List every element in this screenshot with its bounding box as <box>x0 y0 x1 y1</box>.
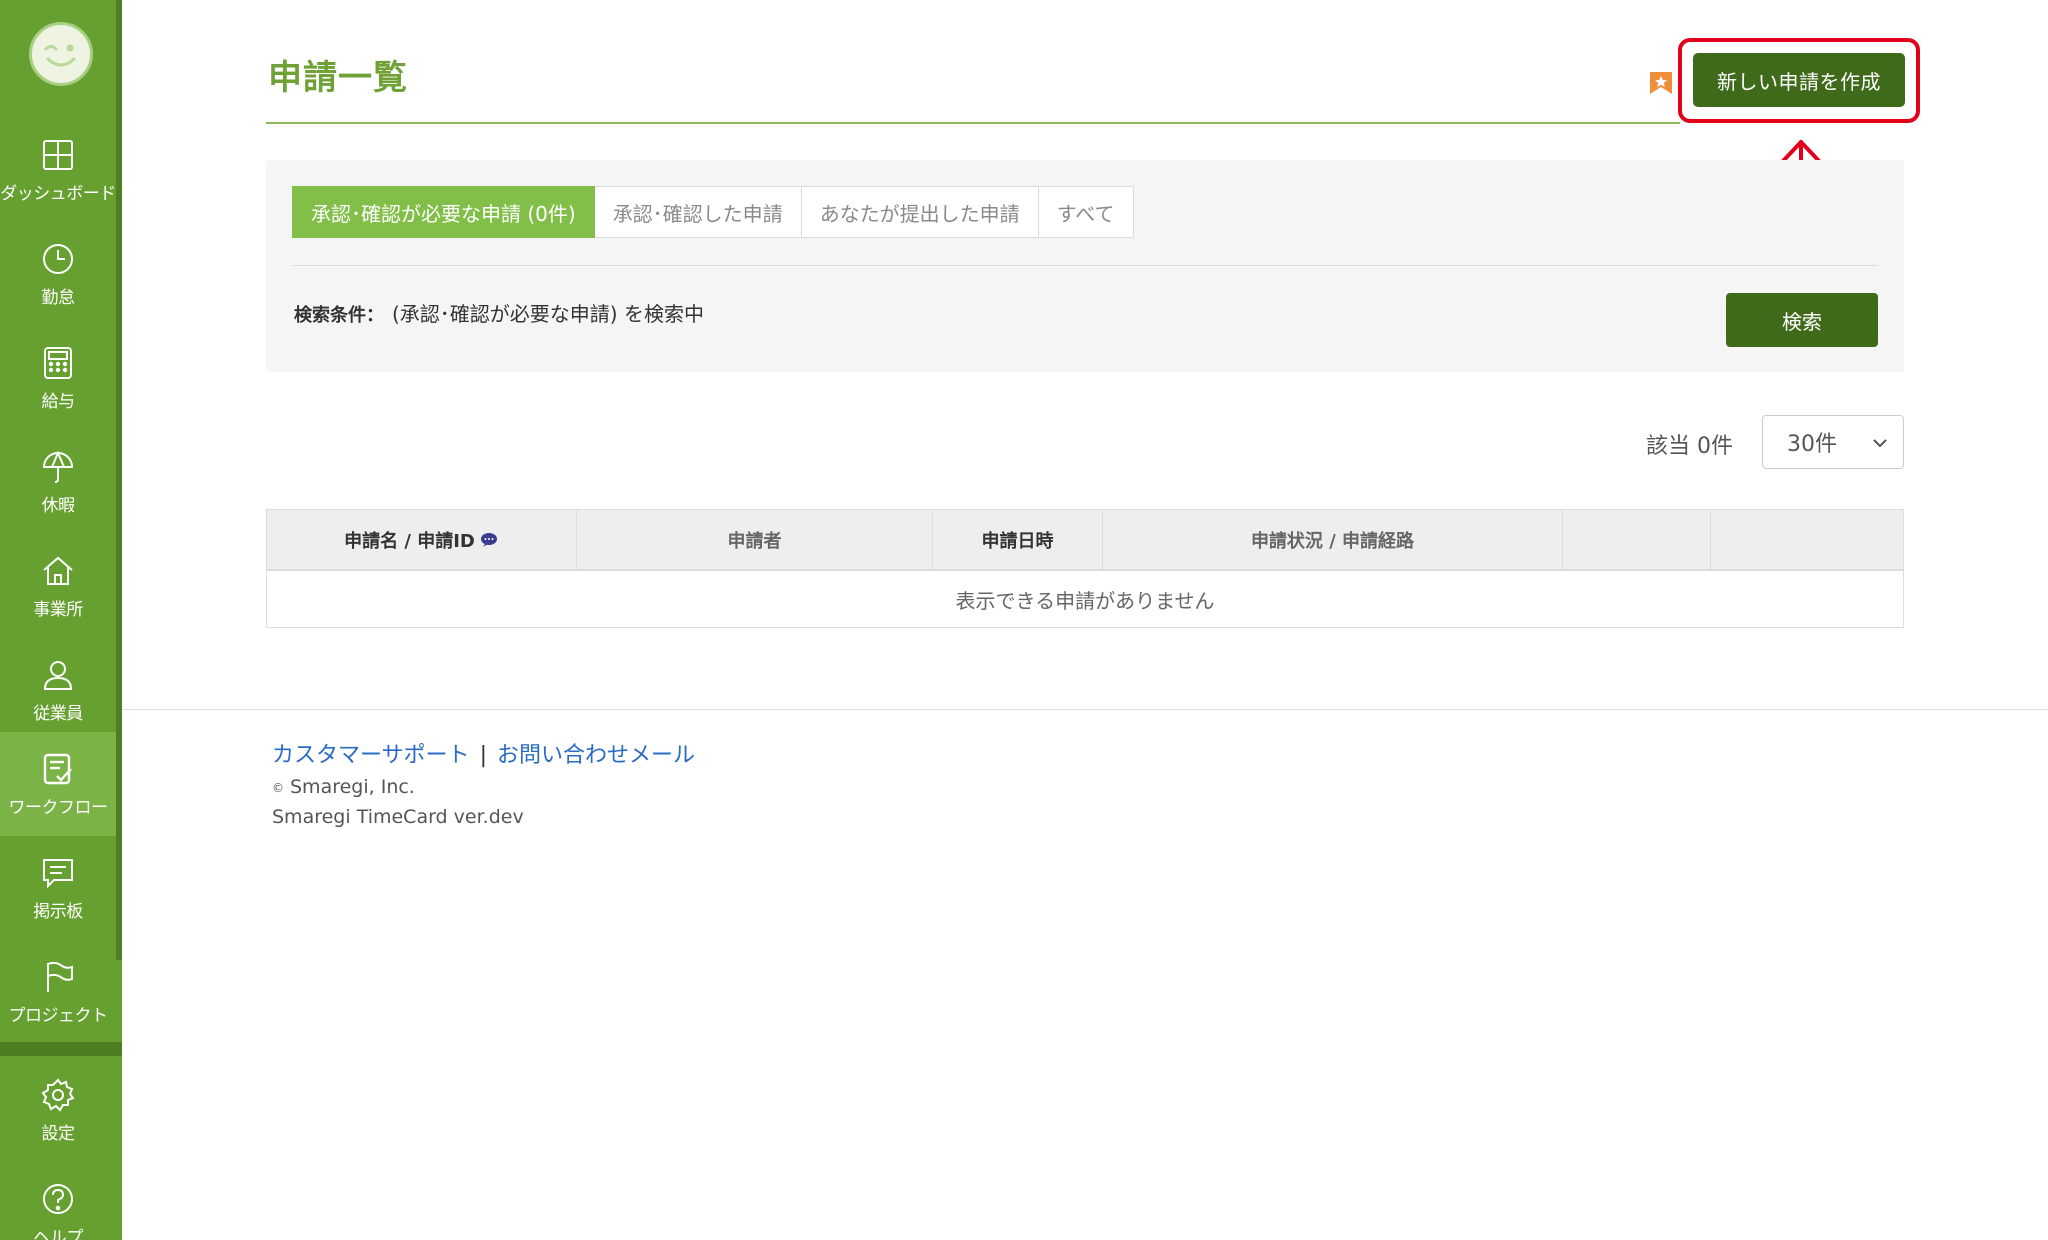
sidebar-item-label: 休暇 <box>41 495 76 516</box>
sidebar-item-dashboard[interactable]: ダッシュボード <box>0 118 116 222</box>
create-application-button[interactable]: 新しい申請を作成 <box>1693 53 1905 107</box>
sidebar-item-label: ワークフロー <box>8 797 109 818</box>
title-divider <box>266 122 1680 124</box>
comment-icon <box>480 532 497 547</box>
sidebar-item-label: 事業所 <box>33 599 83 620</box>
search-condition-value: (承認･確認が必要な申請) を検索中 <box>392 302 704 326</box>
chat-icon <box>43 858 73 888</box>
per-page-select[interactable]: 30件 <box>1762 415 1904 469</box>
sidebar-item-label: 勤怠 <box>41 287 76 308</box>
result-count: 該当 0件 <box>1646 434 1733 459</box>
flag-icon <box>47 961 73 992</box>
sidebar-edge <box>116 0 122 960</box>
sidebar-item-label: 設定 <box>41 1123 76 1144</box>
copyright-mark: © <box>272 780 284 795</box>
sidebar-item-help[interactable]: ヘルプ <box>0 1162 116 1240</box>
applications-table: 申請名 / 申請ID 申請者 申請日時 申請状況 / 申請経路 表示できる申請が… <box>266 509 1904 628</box>
sidebar: ダッシュボード 勤怠 給与 休暇 事業所 従業員 ワークフロー 掲示板 プロジェ… <box>0 0 122 1240</box>
checklist-icon <box>43 753 72 784</box>
gear-icon <box>41 1077 75 1112</box>
sidebar-item-bulletin[interactable]: 掲示板 <box>0 836 116 940</box>
page-title: 申請一覧 <box>268 58 408 98</box>
table-header: 申請名 / 申請ID 申請者 申請日時 申請状況 / 申請経路 <box>267 510 1903 571</box>
search-condition: 検索条件： (承認･確認が必要な申請) を検索中 <box>294 298 704 327</box>
contact-mail-link[interactable]: お問い合わせメール <box>497 743 695 768</box>
clock-icon <box>43 243 73 274</box>
sidebar-item-employees[interactable]: 従業員 <box>0 638 116 742</box>
column-header-status[interactable]: 申請状況 / 申請経路 <box>1103 510 1563 569</box>
footer-separator: | <box>479 743 487 768</box>
sidebar-divider <box>0 1042 122 1056</box>
sidebar-item-label: 従業員 <box>33 703 83 724</box>
sidebar-item-office[interactable]: 事業所 <box>0 534 116 638</box>
tab-submitted[interactable]: あなたが提出した申請 <box>801 186 1039 238</box>
sidebar-item-project[interactable]: プロジェクト <box>0 940 116 1044</box>
column-header-date[interactable]: 申請日時 <box>933 510 1103 569</box>
home-icon <box>43 556 73 585</box>
filter-tabs: 承認･確認が必要な申請 (0件) 承認･確認した申請 あなたが提出した申請 すべ… <box>292 186 1134 238</box>
sidebar-item-label: 掲示板 <box>33 901 83 922</box>
sidebar-item-workflow[interactable]: ワークフロー <box>0 732 116 836</box>
search-button[interactable]: 検索 <box>1726 293 1878 347</box>
logo[interactable] <box>29 22 93 86</box>
column-header-applicant[interactable]: 申請者 <box>577 510 933 569</box>
copyright-text: Smaregi, Inc. <box>290 776 415 798</box>
umbrella-icon <box>42 449 74 483</box>
sidebar-item-label: 給与 <box>41 391 76 412</box>
search-condition-label: 検索条件： <box>294 305 384 326</box>
column-header-empty-2 <box>1711 510 1903 569</box>
customer-support-link[interactable]: カスタマーサポート <box>272 743 470 768</box>
filter-divider <box>292 265 1878 266</box>
bookmark-star-icon[interactable] <box>1648 70 1674 96</box>
copyright: © Smaregi, Inc. <box>272 776 415 798</box>
calculator-icon <box>44 346 72 379</box>
column-header-name[interactable]: 申請名 / 申請ID <box>267 510 577 569</box>
footer-links: カスタマーサポート | お問い合わせメール <box>272 737 695 769</box>
per-page-value: 30件 <box>1787 432 1837 457</box>
sidebar-item-label: ヘルプ <box>33 1227 83 1240</box>
person-icon <box>43 660 73 690</box>
app-version: Smaregi TimeCard ver.dev <box>272 806 524 828</box>
filter-panel: 承認･確認が必要な申請 (0件) 承認･確認した申請 あなたが提出した申請 すべ… <box>266 160 1904 372</box>
tab-needs-approval[interactable]: 承認･確認が必要な申請 (0件) <box>292 186 595 238</box>
chevron-down-icon <box>1873 439 1887 448</box>
column-header-empty-1 <box>1563 510 1711 569</box>
empty-message: 表示できる申請がありません <box>955 588 1215 613</box>
footer-divider <box>122 709 2048 710</box>
smile-icon <box>44 44 76 67</box>
tab-approved[interactable]: 承認･確認した申請 <box>594 186 802 238</box>
sidebar-item-payroll[interactable]: 給与 <box>0 326 116 430</box>
sidebar-item-label: プロジェクト <box>8 1005 109 1026</box>
dashboard-icon <box>43 139 73 170</box>
sidebar-item-attendance[interactable]: 勤怠 <box>0 222 116 326</box>
sidebar-item-leave[interactable]: 休暇 <box>0 430 116 534</box>
sidebar-item-settings[interactable]: 設定 <box>0 1058 116 1162</box>
sidebar-item-label: ダッシュボード <box>0 183 116 204</box>
help-icon <box>43 1183 73 1214</box>
tab-all[interactable]: すべて <box>1038 186 1134 238</box>
